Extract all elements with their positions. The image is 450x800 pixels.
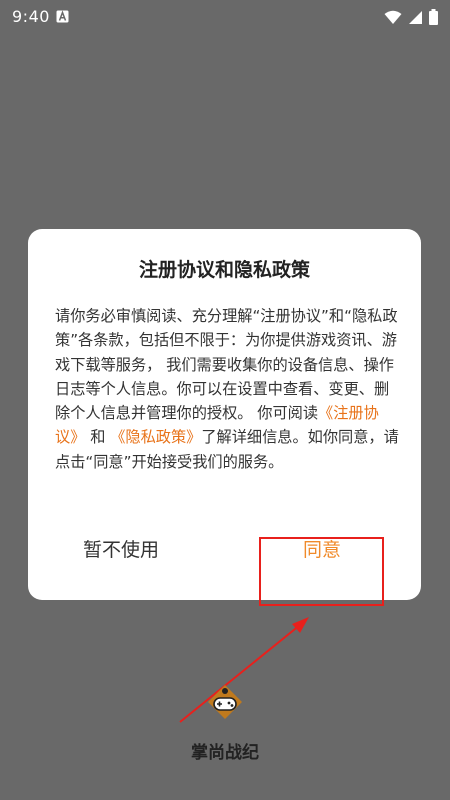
and-text: 和 — [85, 428, 111, 447]
annotation-highlight-box — [259, 537, 384, 606]
app-name: 掌尚战纪 — [191, 743, 259, 763]
cell-signal-icon — [409, 10, 422, 24]
a-letter-icon — [56, 10, 69, 23]
dialog-title: 注册协议和隐私政策 — [138, 259, 310, 281]
privacy-policy-link[interactable]: 《隐私政策》 — [110, 428, 201, 446]
wifi-icon — [384, 10, 402, 24]
status-icons — [384, 9, 438, 25]
battery-icon — [429, 9, 438, 25]
decline-button[interactable]: 暂不使用 — [83, 535, 159, 562]
dialog-body: 请你务必审慎阅读、充分理解“注册协议”和“隐私政策”各条款，包括但不限于：为你提… — [55, 304, 400, 474]
gamepad-icon — [208, 685, 242, 719]
status-bar: 9:40 — [0, 0, 450, 34]
status-time: 9:40 — [12, 7, 50, 26]
